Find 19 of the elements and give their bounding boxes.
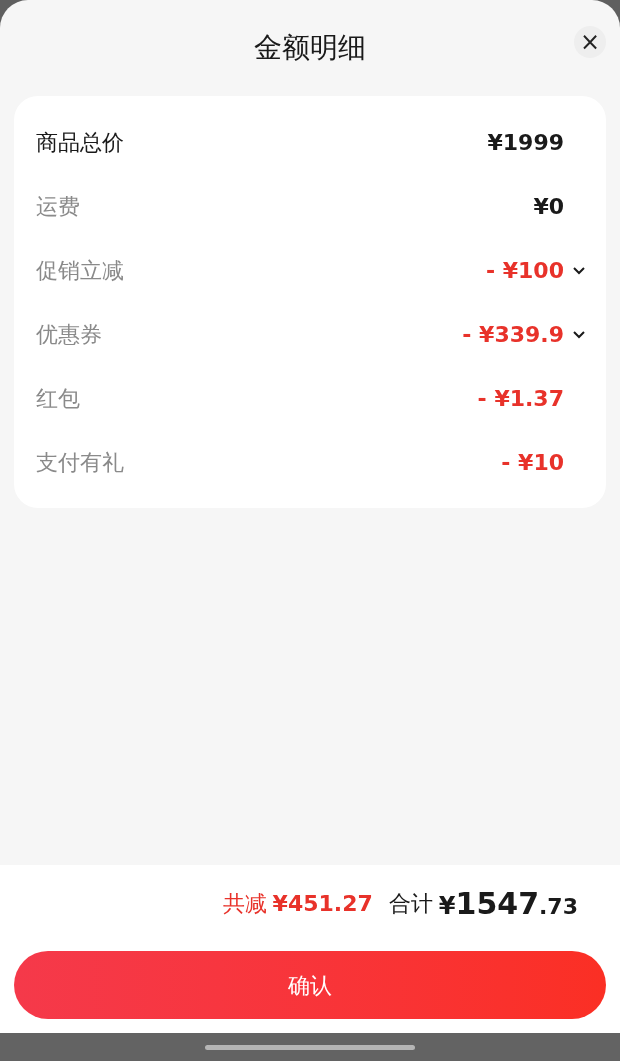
close-button[interactable]: ×	[574, 26, 606, 58]
sheet-title: 金额明细	[254, 30, 366, 66]
row-label: 支付有礼	[36, 448, 124, 477]
row-amount: - ¥10	[501, 448, 564, 477]
row-label: 红包	[36, 384, 80, 413]
confirm-button[interactable]: 确认	[14, 951, 606, 1019]
row-label: 优惠券	[36, 320, 102, 349]
row-amount: ¥0	[533, 192, 564, 221]
row-label: 促销立减	[36, 256, 124, 285]
total-label: 合计	[388, 889, 433, 918]
row-label: 商品总价	[36, 128, 124, 157]
total-amount: ¥1547.73	[438, 884, 578, 923]
row-amount: - ¥339.9	[462, 320, 564, 349]
row-amount: - ¥1.37	[477, 384, 564, 413]
saved-label: 共减	[222, 889, 267, 918]
row-amount: - ¥100	[485, 256, 564, 285]
row-label: 运费	[36, 192, 80, 221]
row-amount: ¥1999	[487, 128, 564, 157]
saved-amount: ¥451.27	[272, 889, 373, 918]
